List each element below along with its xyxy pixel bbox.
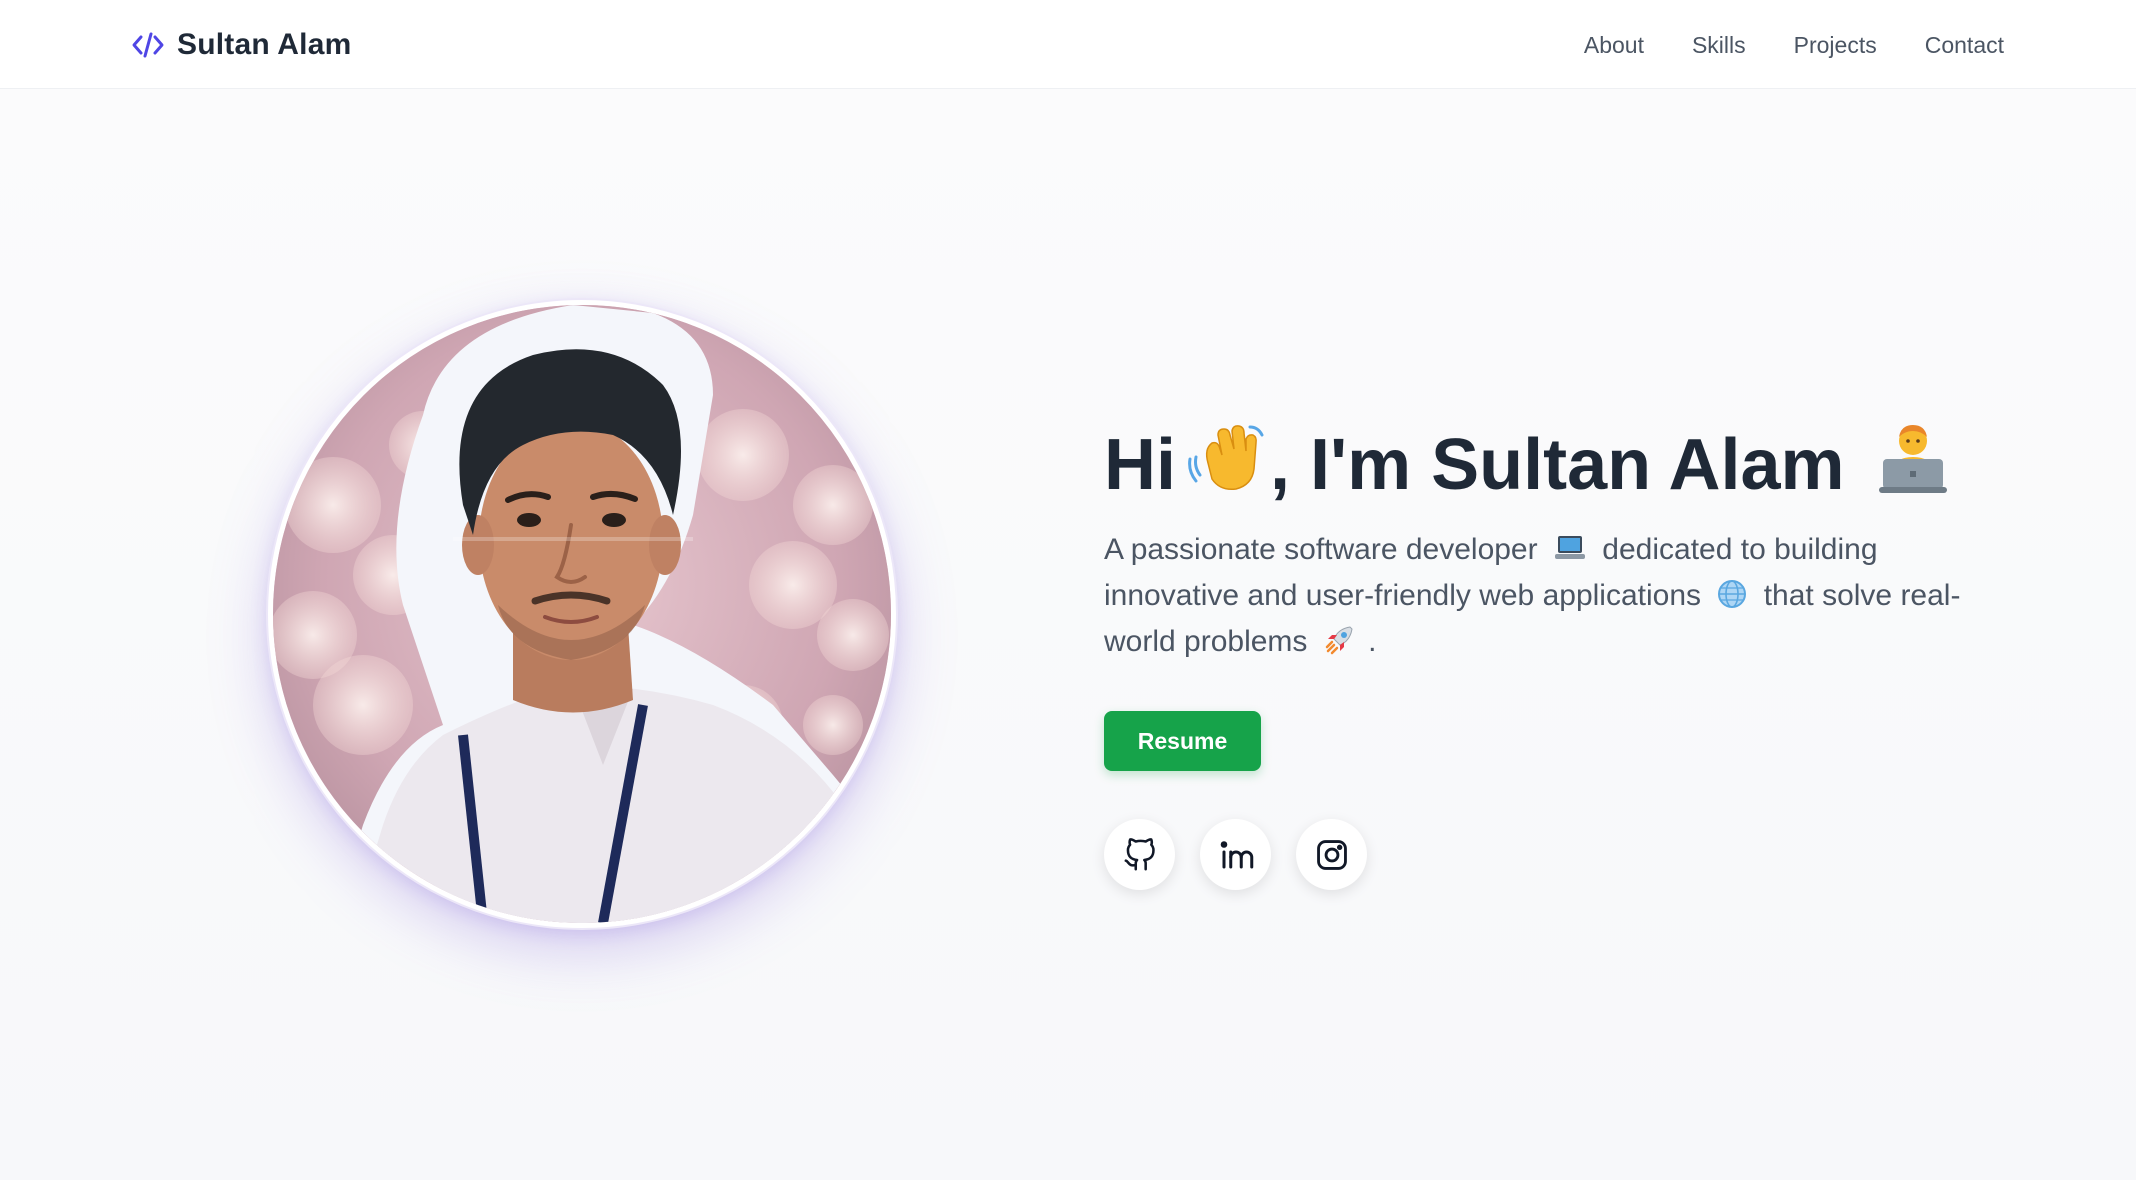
- intro: Hi , I'm Sultan Alam A passionate softwa…: [1104, 419, 1984, 891]
- nav-link-skills[interactable]: Skills: [1692, 32, 1746, 59]
- instagram-link[interactable]: [1296, 819, 1367, 891]
- nav-menu: About Skills Projects Contact: [1584, 24, 2004, 66]
- hero-headline: Hi , I'm Sultan Alam: [1104, 419, 1984, 511]
- code-icon: [131, 31, 165, 59]
- technologist-icon: [1875, 419, 1951, 511]
- tagline-part1: A passionate software developer: [1104, 533, 1538, 567]
- hero-tagline: A passionate software developer dedicate…: [1104, 529, 1984, 667]
- github-link[interactable]: [1104, 819, 1175, 891]
- brand-logo[interactable]: Sultan Alam: [131, 24, 351, 66]
- nav-link-projects[interactable]: Projects: [1794, 32, 1877, 59]
- linkedin-icon: [1218, 837, 1254, 873]
- resume-button[interactable]: Resume: [1104, 711, 1261, 772]
- nav-link-about[interactable]: About: [1584, 32, 1644, 59]
- navbar: Sultan Alam About Skills Projects Contac…: [0, 0, 2136, 89]
- linkedin-link[interactable]: [1200, 819, 1271, 891]
- laptop-icon: [1554, 533, 1586, 575]
- social-links: [1104, 819, 1984, 891]
- hero-section: Hi , I'm Sultan Alam A passionate softwa…: [0, 89, 2136, 1180]
- nav-link-contact[interactable]: Contact: [1925, 32, 2004, 59]
- tagline-period: .: [1368, 625, 1377, 659]
- rocket-icon: [1324, 623, 1356, 667]
- github-icon: [1123, 837, 1157, 872]
- headline-greeting: Hi: [1104, 424, 1176, 505]
- waving-hand-icon: [1188, 419, 1264, 511]
- globe-icon: [1717, 579, 1747, 621]
- profile-photo: [268, 300, 896, 928]
- headline-name: , I'm Sultan Alam: [1270, 424, 1845, 505]
- instagram-icon: [1315, 838, 1349, 872]
- brand-name: Sultan Alam: [177, 28, 352, 61]
